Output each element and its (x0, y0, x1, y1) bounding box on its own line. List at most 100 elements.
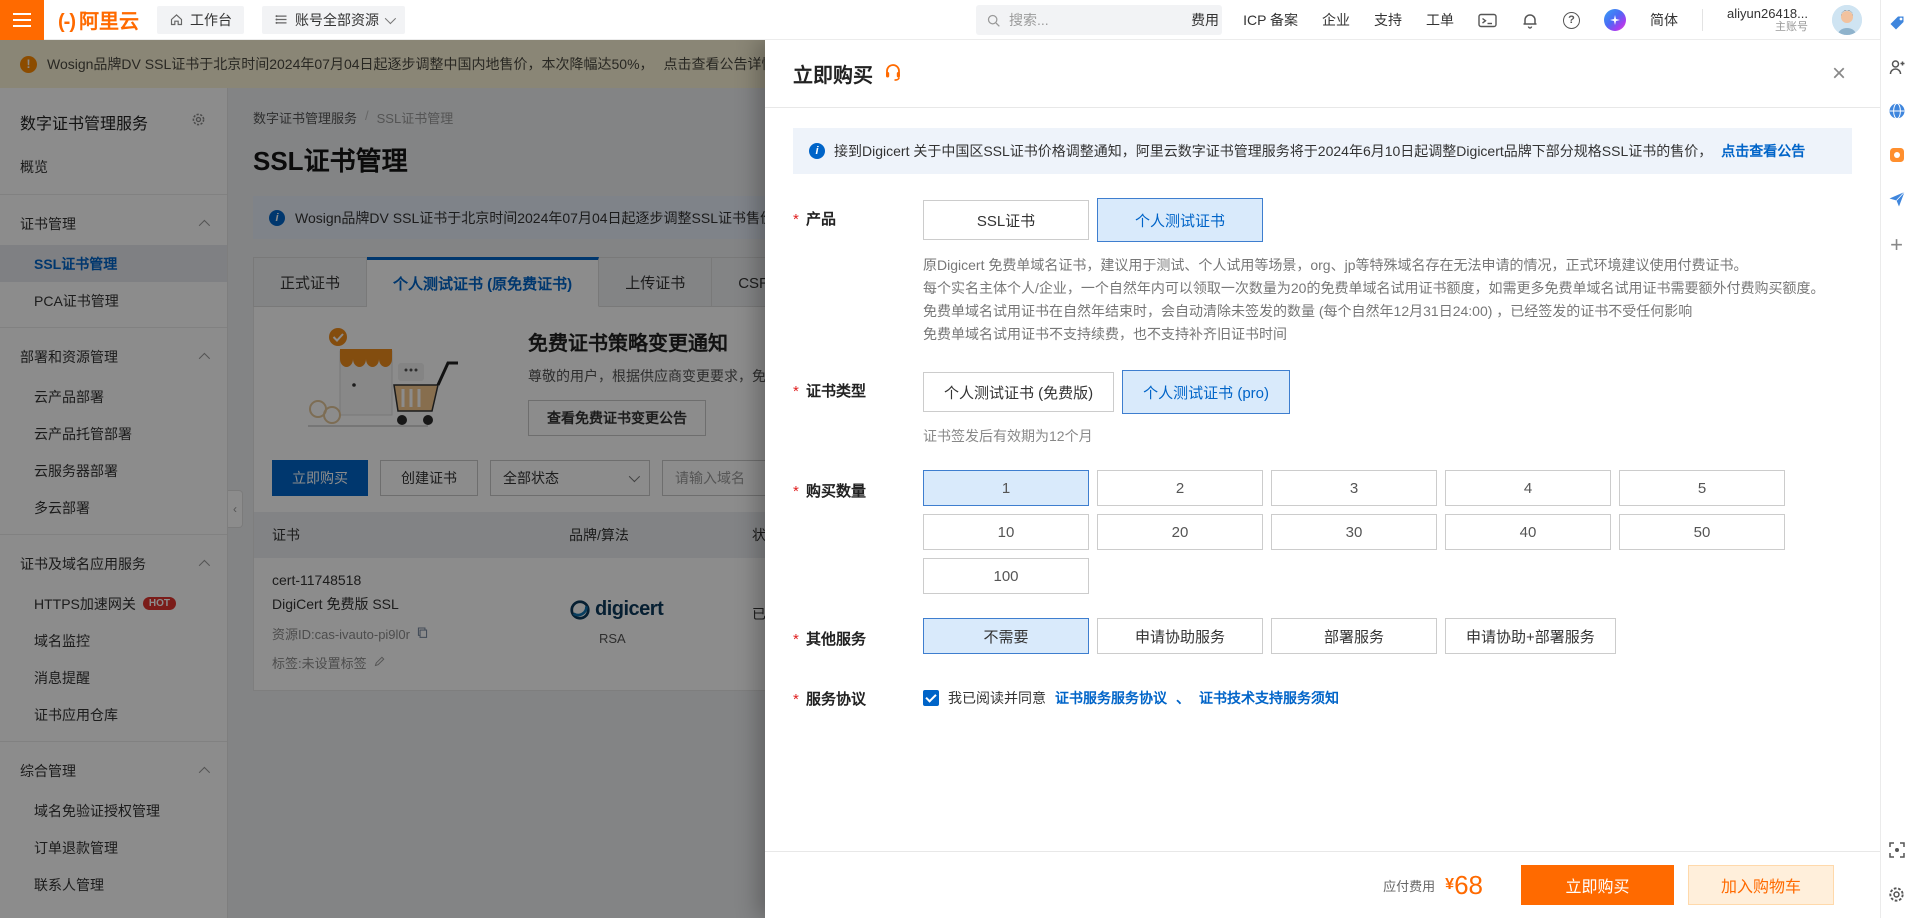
dock-settings-gear-icon[interactable] (1887, 885, 1906, 904)
quantity-option-40[interactable]: 40 (1445, 514, 1611, 550)
account-menu[interactable]: aliyun26418... 主账号 (1727, 6, 1808, 35)
services-label-wrap: * 其他服务 (793, 618, 923, 654)
product-label: 产品 (806, 211, 836, 228)
cert-type-row: * 证书类型 个人测试证书 (免费版) 个人测试证书 (pro) 证书签发后有效… (793, 370, 1852, 446)
language-switch[interactable]: 简体 (1650, 10, 1678, 30)
quantity-option-50[interactable]: 50 (1619, 514, 1785, 550)
description-line: 免费单域名试用证书在自然年结束时，会自动清除未签发的数量 (每个自然年12月31… (923, 300, 1852, 323)
buy-now-drawer: 立即购买 × i 接到Digicert 关于中国区SSL证书价格调整通知，阿里云… (765, 40, 1880, 918)
nav-icp[interactable]: ICP 备案 (1243, 10, 1298, 30)
product-option-ssl-cert[interactable]: SSL证书 (923, 200, 1089, 240)
console-screen: (-) 阿里云 工作台 账号全部资源 费用 ICP 备案 企业 支持 (0, 0, 1912, 918)
quantity-option-4[interactable]: 4 (1445, 470, 1611, 506)
help-icon[interactable]: ? (1563, 12, 1580, 29)
dock-tag-icon[interactable] (1888, 14, 1906, 32)
required-asterisk: * (793, 383, 799, 400)
description-line: 原Digicert 免费单域名证书，建议用于测试、个人试用等场景，org、jp等… (923, 254, 1852, 277)
dock-send-icon[interactable] (1888, 190, 1906, 208)
description-line: 免费单域名试用证书不支持续费，也不支持补齐旧证书时间 (923, 323, 1852, 346)
info-icon: i (809, 143, 825, 159)
dock-plus-icon[interactable]: + (1890, 234, 1903, 256)
hamburger-menu-icon[interactable] (0, 0, 44, 40)
resources-icon (274, 12, 289, 27)
divider (1702, 9, 1703, 31)
avatar[interactable] (1832, 5, 1862, 35)
service-option-none[interactable]: 不需要 (923, 618, 1089, 654)
services-label: 其他服务 (806, 631, 866, 648)
agreement-checkbox[interactable] (923, 690, 939, 706)
dock-globe-icon[interactable] (1888, 102, 1906, 120)
quantity-label-wrap: * 购买数量 (793, 470, 923, 594)
description-line: 每个实名主体个人/企业，一个自然年内可以领取一次数量为20的免费单域名试用证书额… (923, 277, 1852, 300)
search-icon (986, 13, 1001, 28)
search-input[interactable] (1009, 12, 1189, 28)
quantity-option-2[interactable]: 2 (1097, 470, 1263, 506)
agreement-label-wrap: * 服务协议 (793, 678, 923, 709)
drawer-title: 立即购买 (793, 59, 873, 88)
quantity-options: 1 2 3 4 5 10 20 30 40 50 100 (923, 470, 1852, 594)
service-option-deploy[interactable]: 部署服务 (1271, 618, 1437, 654)
required-asterisk: * (793, 211, 799, 228)
drawer-mask[interactable] (0, 40, 765, 918)
currency-symbol: ¥ (1445, 876, 1454, 894)
quantity-option-20[interactable]: 20 (1097, 514, 1263, 550)
quantity-row: * 购买数量 1 2 3 4 5 10 20 30 40 50 (793, 470, 1852, 594)
agreement-label: 服务协议 (806, 691, 866, 708)
nav-enterprise[interactable]: 企业 (1322, 10, 1350, 30)
terminal-icon[interactable] (1478, 12, 1497, 29)
digicert-notice-text: 接到Digicert 关于中国区SSL证书价格调整通知，阿里云数字证书管理服务将… (834, 141, 1712, 161)
tongyi-assistant-icon[interactable] (1604, 9, 1626, 31)
drawer-body: i 接到Digicert 关于中国区SSL证书价格调整通知，阿里云数字证书管理服… (765, 108, 1880, 709)
services-row: * 其他服务 不需要 申请协助服务 部署服务 申请协助+部署服务 (793, 618, 1852, 654)
home-icon (169, 12, 184, 27)
dock-add-user-icon[interactable] (1888, 58, 1906, 76)
dock-capture-icon[interactable] (1888, 841, 1906, 859)
service-option-assist[interactable]: 申请协助服务 (1097, 618, 1263, 654)
quantity-label: 购买数量 (806, 483, 866, 500)
service-agreement-link[interactable]: 证书服务服务协议 (1055, 688, 1167, 708)
quantity-option-1[interactable]: 1 (923, 470, 1089, 506)
tech-support-notice-link[interactable]: 证书技术支持服务须知 (1199, 688, 1339, 708)
fee-label: 应付费用 (1383, 876, 1435, 895)
nav-tickets[interactable]: 工单 (1426, 10, 1454, 30)
logo-text: 阿里云 (79, 5, 139, 34)
account-role: 主账号 (1727, 21, 1808, 34)
quantity-option-10[interactable]: 10 (923, 514, 1089, 550)
headset-support-icon[interactable] (883, 61, 903, 86)
aliyun-logo[interactable]: (-) 阿里云 (58, 5, 139, 34)
topbar: (-) 阿里云 工作台 账号全部资源 费用 ICP 备案 企业 支持 (0, 0, 1880, 40)
fee-amount: 68 (1454, 870, 1483, 901)
notifications-bell-icon[interactable] (1521, 11, 1539, 29)
quantity-option-5[interactable]: 5 (1619, 470, 1785, 506)
validity-note: 证书签发后有效期为12个月 (923, 426, 1852, 446)
all-resources-label: 账号全部资源 (295, 10, 379, 30)
product-descriptions: 原Digicert 免费单域名证书，建议用于测试、个人试用等场景，org、jp等… (923, 254, 1852, 346)
add-to-cart-button[interactable]: 加入购物车 (1688, 865, 1834, 905)
workbench-button[interactable]: 工作台 (157, 6, 244, 34)
view-announcement-link[interactable]: 点击查看公告 (1721, 141, 1805, 161)
drawer-buy-now-button[interactable]: 立即购买 (1521, 865, 1674, 905)
product-row: * 产品 SSL证书 个人测试证书 原Digicert 免费单域名证书，建议用于… (793, 198, 1852, 346)
quantity-option-30[interactable]: 30 (1271, 514, 1437, 550)
all-resources-button[interactable]: 账号全部资源 (262, 6, 405, 34)
nav-billing[interactable]: 费用 (1191, 10, 1219, 30)
product-label-wrap: * 产品 (793, 198, 923, 346)
service-option-assist-deploy[interactable]: 申请协助+部署服务 (1445, 618, 1616, 654)
quantity-option-3[interactable]: 3 (1271, 470, 1437, 506)
account-name: aliyun26418... (1727, 6, 1808, 22)
cert-type-option-pro[interactable]: 个人测试证书 (pro) (1122, 370, 1290, 414)
logo-mark: (-) (58, 11, 75, 34)
topbar-right: 费用 ICP 备案 企业 支持 工单 ? 简体 aliyun26418... 主… (1191, 0, 1862, 40)
nav-support[interactable]: 支持 (1374, 10, 1402, 30)
agreement-separator: 、 (1176, 688, 1190, 708)
quantity-option-100[interactable]: 100 (923, 558, 1089, 594)
global-search[interactable] (976, 5, 1222, 35)
required-asterisk: * (793, 631, 799, 648)
agreement-row: * 服务协议 我已阅读并同意 证书服务服务协议 、 证书技术支持服务须知 (793, 678, 1852, 709)
close-icon[interactable]: × (1832, 62, 1846, 86)
dock-app-icon[interactable] (1888, 146, 1906, 164)
product-option-personal-test-cert[interactable]: 个人测试证书 (1097, 198, 1263, 242)
drawer-header: 立即购买 (765, 40, 1880, 108)
cert-type-option-free[interactable]: 个人测试证书 (免费版) (923, 372, 1114, 412)
chevron-down-icon (385, 12, 396, 23)
